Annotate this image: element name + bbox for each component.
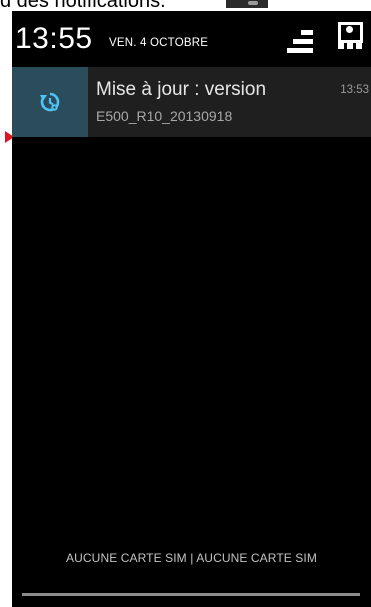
phone-screen: 13:55 VEN. 4 OCTOBRE Mise à jour : versi… xyxy=(12,11,371,607)
notification-icon-box xyxy=(12,67,88,137)
document-caption: d des notifications. xyxy=(0,0,371,11)
notification-time: 13:53 xyxy=(340,84,369,96)
date: VEN. 4 OCTOBRE xyxy=(109,37,209,49)
notification-shade-header: 13:55 VEN. 4 OCTOBRE xyxy=(12,11,371,66)
notification-subtitle: E500_R10_20130918 xyxy=(96,108,233,124)
caption-inline-image xyxy=(226,0,268,8)
system-update-icon xyxy=(40,92,60,112)
shade-drag-handle[interactable] xyxy=(22,593,360,596)
caption-text: d des notifications. xyxy=(0,0,166,11)
clock: 13:55 xyxy=(15,22,93,55)
user-profile-icon[interactable] xyxy=(338,22,363,49)
quick-settings-icon[interactable] xyxy=(287,30,313,54)
notification-item[interactable]: Mise à jour : version E500_R10_20130918 … xyxy=(12,67,371,137)
sim-status-text: AUCUNE CARTE SIM | AUCUNE CARTE SIM xyxy=(66,551,317,565)
notification-title: Mise à jour : version xyxy=(96,79,267,100)
